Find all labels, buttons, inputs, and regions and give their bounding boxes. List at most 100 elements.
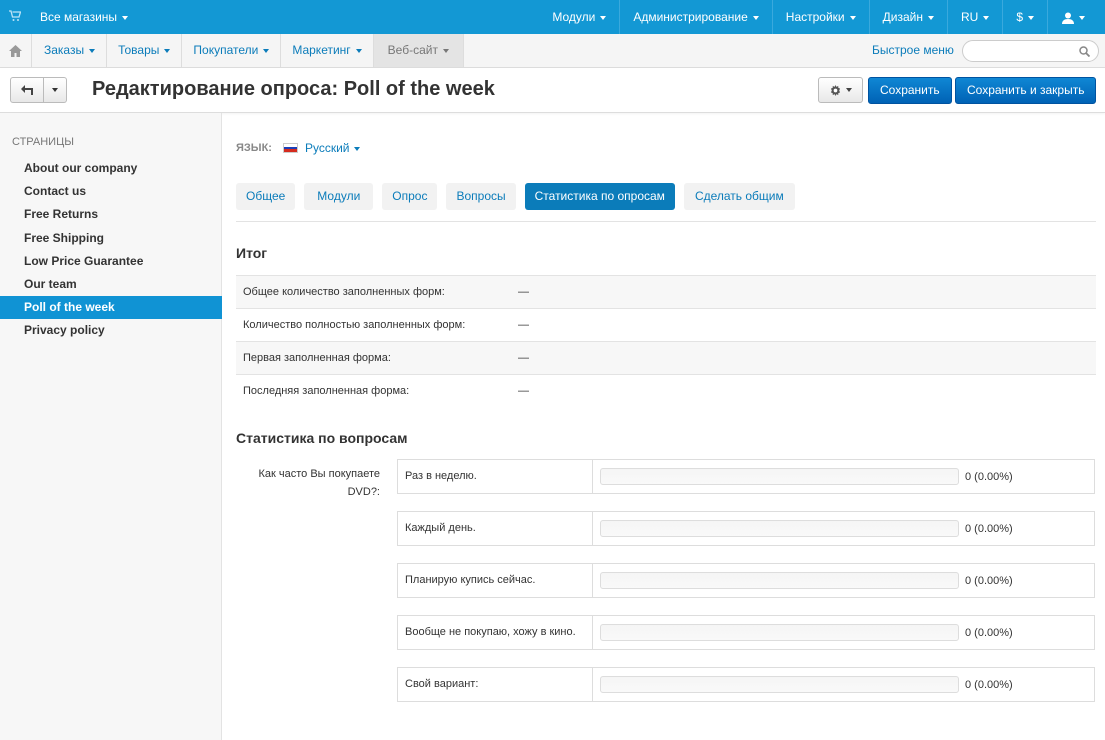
- sidebar-item-free-shipping[interactable]: Free Shipping: [0, 227, 222, 250]
- top-nav-label: Администрирование: [633, 10, 748, 24]
- tab-statistics[interactable]: Статистика по опросам: [524, 183, 675, 210]
- back-icon: [21, 85, 33, 95]
- cart-icon[interactable]: [9, 9, 21, 23]
- save-button[interactable]: Сохранить: [868, 77, 952, 104]
- answer-row: Раз в неделю. 0 (0.00%): [397, 459, 1095, 494]
- tab-modules[interactable]: Модули: [304, 183, 374, 210]
- tab-questions[interactable]: Вопросы: [446, 183, 516, 210]
- tab-poll[interactable]: Опрос: [382, 183, 438, 210]
- tab-make-shared[interactable]: Сделать общим: [683, 183, 795, 210]
- tabs: Общее Модули Опрос Вопросы Статистика по…: [236, 183, 804, 210]
- back-button-group: [10, 77, 67, 103]
- top-nav-label: Настройки: [785, 10, 845, 24]
- all-stores-label: Все магазины: [40, 10, 118, 24]
- nav-products[interactable]: Товары: [107, 34, 183, 67]
- answer-progress-bar: [600, 520, 959, 537]
- answer-text: Вообще не покупаю, хожу в кино.: [398, 616, 593, 649]
- answer-text: Свой вариант:: [398, 668, 593, 701]
- sidebar-pages-list: About our company Contact us Free Return…: [0, 157, 222, 343]
- answer-result: 0 (0.00%): [965, 574, 1013, 587]
- page-header: Редактирование опроса: Poll of the week …: [0, 68, 1105, 113]
- top-nav-label: $: [1016, 10, 1023, 24]
- summary-title: Итог: [236, 245, 268, 261]
- sidebar-item-about[interactable]: About our company: [0, 157, 222, 180]
- nav-label: Покупатели: [193, 43, 259, 57]
- currency-dropdown[interactable]: $: [1002, 0, 1047, 34]
- sidebar-item-free-returns[interactable]: Free Returns: [0, 203, 222, 226]
- user-icon: [1062, 12, 1074, 24]
- nav-label: Заказы: [44, 43, 85, 57]
- answer-row: Каждый день. 0 (0.00%): [397, 511, 1095, 546]
- sidebar-item-contact[interactable]: Contact us: [0, 180, 222, 203]
- back-dropdown-toggle[interactable]: [44, 77, 67, 103]
- quick-menu-link[interactable]: Быстрое меню: [872, 34, 954, 67]
- answer-result: 0 (0.00%): [965, 678, 1013, 691]
- sidebar-item-privacy[interactable]: Privacy policy: [0, 319, 222, 342]
- tab-general[interactable]: Общее: [236, 183, 296, 210]
- questions-title: Статистика по вопросам: [236, 430, 408, 446]
- search-input[interactable]: [962, 40, 1099, 62]
- summary-value: —: [518, 319, 529, 331]
- sidebar-item-poll-of-the-week[interactable]: Poll of the week: [0, 296, 222, 320]
- sidebar: Страницы About our company Contact us Fr…: [0, 113, 222, 740]
- back-button[interactable]: [10, 77, 44, 103]
- nav-label: Маркетинг: [292, 43, 351, 57]
- answer-result: 0 (0.00%): [965, 626, 1013, 639]
- top-nav-label: Модули: [552, 10, 596, 24]
- top-nav-settings[interactable]: Настройки: [771, 0, 869, 34]
- nav-label: Веб-сайт: [387, 43, 438, 57]
- sidebar-item-low-price[interactable]: Low Price Guarantee: [0, 250, 222, 273]
- answer-result: 0 (0.00%): [965, 470, 1013, 483]
- table-row: Первая заполненная форма: —: [236, 341, 1096, 374]
- summary-value: —: [518, 286, 529, 298]
- nav-website[interactable]: Веб-сайт: [373, 34, 464, 67]
- sidebar-item-our-team[interactable]: Our team: [0, 273, 222, 296]
- nav-customers[interactable]: Покупатели: [182, 34, 282, 67]
- answer-progress-bar: [600, 676, 959, 693]
- summary-key: Общее количество заполненных форм:: [243, 286, 445, 298]
- home-button[interactable]: [0, 34, 32, 67]
- main-nav: Заказы Товары Покупатели Маркетинг Веб-с…: [33, 34, 464, 67]
- main-nav-bar: Заказы Товары Покупатели Маркетинг Веб-с…: [0, 34, 1105, 68]
- sidebar-heading: Страницы: [12, 136, 74, 148]
- language-selector: Язык: Русский: [236, 141, 361, 155]
- language-value: Русский: [304, 141, 350, 155]
- question-label: Как часто Вы покупаете DVD?:: [258, 468, 381, 498]
- language-label: Язык:: [236, 142, 272, 154]
- table-row: Количество полностью заполненных форм: —: [236, 308, 1096, 341]
- home-icon: [9, 44, 22, 57]
- top-nav-modules[interactable]: Модули: [539, 0, 619, 34]
- summary-value: —: [518, 385, 529, 397]
- top-bar: Все магазины Модули Администрирование На…: [0, 0, 1105, 34]
- answer-row: Свой вариант: 0 (0.00%): [397, 667, 1095, 702]
- settings-dropdown-button[interactable]: [818, 77, 863, 103]
- search-icon[interactable]: [1079, 46, 1090, 57]
- top-nav-design[interactable]: Дизайн: [868, 0, 947, 34]
- summary-value: —: [518, 352, 529, 364]
- all-stores-dropdown[interactable]: Все магазины: [40, 0, 129, 34]
- summary-table: Общее количество заполненных форм: — Коли…: [236, 275, 1096, 407]
- tabs-divider: [236, 221, 1096, 222]
- top-nav-label: Дизайн: [882, 10, 923, 24]
- summary-key: Последняя заполненная форма:: [243, 385, 410, 397]
- summary-key: Первая заполненная форма:: [243, 352, 391, 364]
- user-menu[interactable]: [1047, 0, 1105, 34]
- nav-orders[interactable]: Заказы: [33, 34, 108, 67]
- language-dropdown-link[interactable]: Русский: [305, 141, 361, 155]
- nav-marketing[interactable]: Маркетинг: [281, 34, 374, 67]
- answer-text: Каждый день.: [398, 512, 593, 545]
- language-dropdown[interactable]: RU: [946, 0, 1002, 34]
- answer-progress-bar: [600, 468, 959, 485]
- table-row: Последняя заполненная форма: —: [236, 374, 1096, 407]
- top-nav: Модули Администрирование Настройки Дизай…: [539, 0, 1105, 34]
- gear-icon: [830, 84, 840, 96]
- answer-row: Вообще не покупаю, хожу в кино. 0 (0.00%…: [397, 615, 1095, 650]
- top-nav-administration[interactable]: Администрирование: [619, 0, 771, 34]
- answer-text: Планирую купись сейчас.: [398, 564, 593, 597]
- answer-result: 0 (0.00%): [965, 522, 1013, 535]
- answer-progress-bar: [600, 572, 959, 589]
- answer-row: Планирую купись сейчас. 0 (0.00%): [397, 563, 1095, 598]
- save-and-close-button[interactable]: Сохранить и закрыть: [955, 77, 1097, 104]
- answer-progress-bar: [600, 624, 959, 641]
- page-title: Редактирование опроса: Poll of the week: [92, 78, 495, 100]
